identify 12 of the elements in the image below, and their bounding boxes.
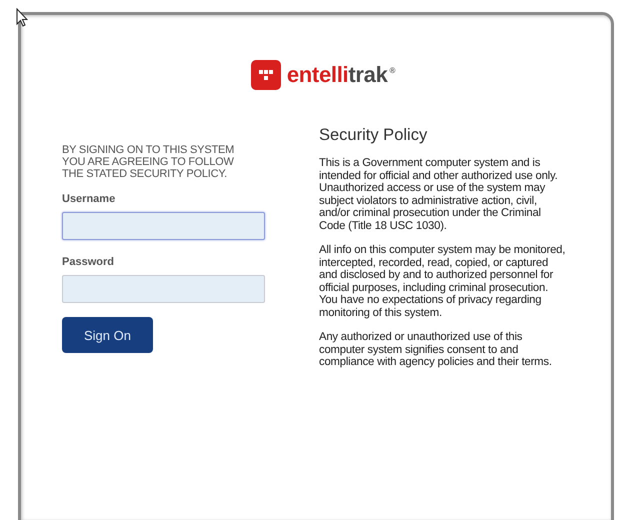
policy-title: Security Policy [319,126,428,145]
input-field[interactable] [62,275,265,303]
field-label: Password [62,256,115,268]
policy-notice: BY SIGNING ON TO THIS SYSTEM YOU ARE AGREEING TO FOLLOW THE STATED SECURITY POLICY. [62,144,236,180]
policy-paragraph: All info on this computer system may be monitored, intercepted, recorded, read, copied, or captured and disclosed by and to authorized personnel for official purposes, including criminal prosecution. You have no expectations of privacy regarding monitoring of this system. [319,244,566,319]
field-label: Username [62,193,116,205]
policy-paragraph: Any authorized or unauthorized use of this computer system signifies consent to and compliance with agency policies and their terms. [319,331,553,368]
policy-paragraph: This is a Government computer system and is intended for official and other authorized use only. Unauthorized access or use of the system may subject violators to administrative action, civil, and/or criminal prosecution under the Criminal Code (Title 18 USC 1030). [319,157,559,232]
input-field[interactable] [62,212,265,240]
logo-icon [250,60,281,90]
sign-on-button[interactable]: Sign On [62,317,153,353]
logo-wordmark: entellitrak® [286,62,396,88]
